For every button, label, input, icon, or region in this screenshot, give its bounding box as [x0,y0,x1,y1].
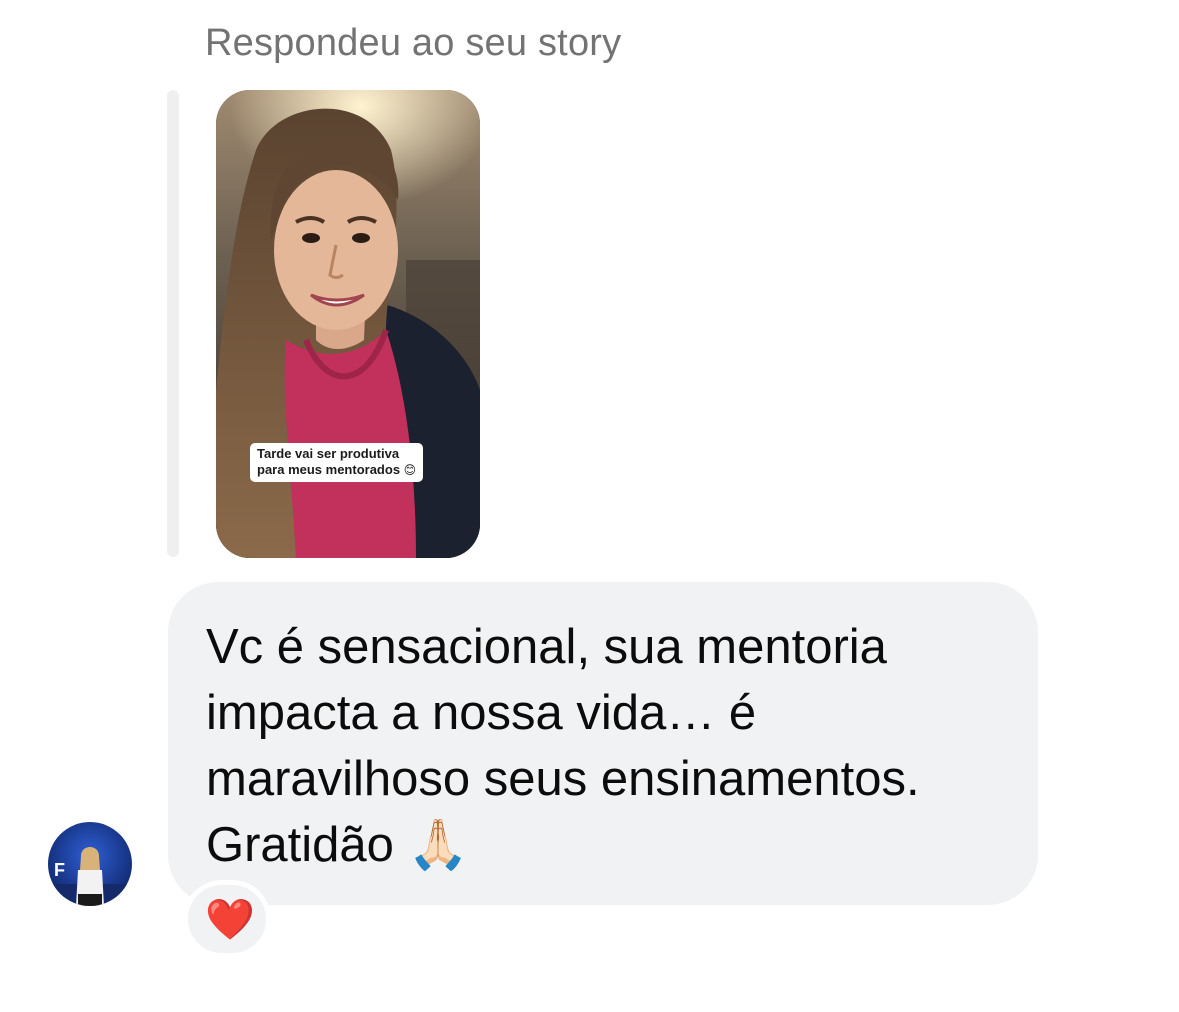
sender-avatar[interactable]: F [48,822,132,906]
story-caption-line-2: para meus mentorados [257,462,401,477]
reaction-badge[interactable]: ❤️ [183,880,271,958]
story-reply-label: Respondeu ao seu story [205,22,622,64]
story-photo [216,90,480,558]
dm-thread: Respondeu ao seu story Tarde vai ser pro… [0,0,1179,1012]
smile-emoji-icon: 😊 [403,463,417,477]
avatar-image: F [48,822,132,906]
story-caption-line-1: Tarde vai ser produtiva [257,446,400,461]
story-thumbnail[interactable]: Tarde vai ser produtiva para meus mentor… [216,90,480,558]
svg-text:F: F [54,860,65,880]
message-bubble[interactable]: Vc é sensacional, sua mentoria impacta a… [168,582,1038,905]
message-text: Vc é sensacional, sua mentoria impacta a… [206,620,920,872]
reply-indicator-bar [167,90,179,557]
heart-emoji-icon: ❤️ [205,898,255,942]
story-caption: Tarde vai ser produtiva para meus mentor… [250,443,424,482]
